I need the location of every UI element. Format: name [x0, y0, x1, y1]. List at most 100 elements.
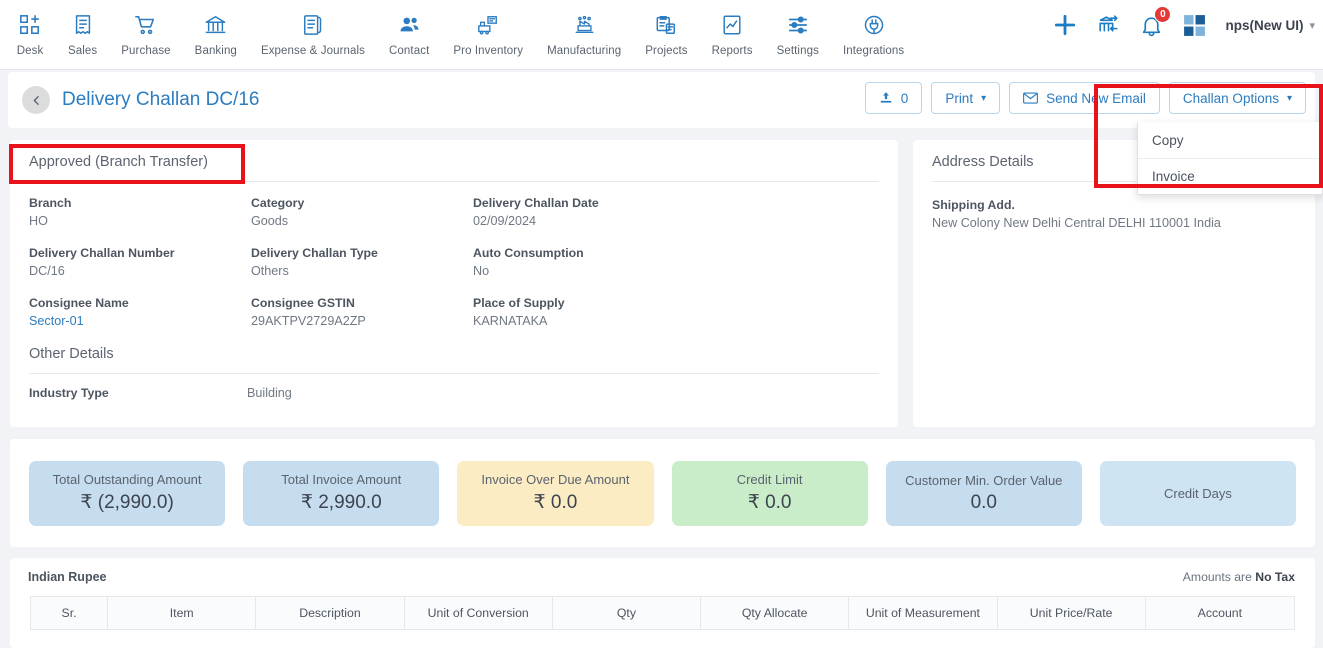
challan-options-dropdown[interactable]: Copy Invoice [1137, 122, 1323, 195]
kpi-value: ₹ 0.0 [533, 492, 578, 513]
nav-item-manufacturing[interactable]: Manufacturing [535, 0, 633, 57]
nav-item-purchase[interactable]: Purchase [109, 0, 182, 57]
detail-field-grid: Branch HO Category Goods Delivery Challan Da… [10, 182, 898, 346]
kpi-card-customer-min-order-value: Customer Min. Order Value 0.0 [885, 460, 1082, 526]
kpi-card-total-outstanding-amount: Total Outstanding Amount ₹ (2,990.0) [29, 460, 226, 526]
challan-details-card: Approved (Branch Transfer) Branch HO Categ… [10, 140, 898, 427]
kpi-card-credit-limit: Credit Limit ₹ 0.0 [671, 460, 868, 526]
items-table-panel: Indian Rupee Amounts are No Tax Sr. Item D… [10, 558, 1315, 648]
kpi-label: Total Outstanding Amount [52, 472, 202, 487]
field-value: 02/09/2024 [473, 214, 537, 228]
field-value: KARNATAKA [473, 314, 548, 328]
field-delivery-challan-number: Delivery Challan Number DC/16 [29, 246, 251, 278]
field-auto-consumption: Auto Consumption No [473, 246, 695, 278]
nav-item-integrations[interactable]: Integrations [831, 0, 916, 57]
column-header-unit-of-measurement[interactable]: Unit of Measurement [849, 597, 998, 629]
kpi-value: ₹ 2,990.0 [300, 492, 382, 513]
notification-count-badge: 0 [1154, 5, 1172, 23]
items-table-header: Sr. Item Description Unit of Conversion Qty Q… [30, 596, 1295, 630]
bank-transfer-icon[interactable] [1096, 13, 1121, 38]
column-header-item[interactable]: Item [108, 597, 257, 629]
field-label: Category [251, 196, 305, 210]
field-label: Branch [29, 196, 72, 210]
tax-note-prefix: Amounts are [1182, 570, 1256, 584]
industry-type-value: Building [247, 386, 292, 400]
nav-item-projects[interactable]: Projects [633, 0, 699, 57]
field-value: No [473, 264, 490, 278]
settings-sliders-icon [787, 10, 809, 40]
column-header-description[interactable]: Description [256, 597, 405, 629]
nav-item-label: Pro Inventory [453, 45, 524, 57]
challan-options-button[interactable]: Challan Options ▾ [1168, 82, 1306, 114]
nav-item-settings[interactable]: Settings [765, 0, 831, 57]
back-button[interactable] [22, 86, 50, 114]
field-value: Others [251, 264, 289, 278]
dropdown-item-copy[interactable]: Copy [1138, 122, 1322, 158]
summary-kpi-row: Total Outstanding Amount ₹ (2,990.0) Total… [10, 439, 1315, 547]
page-title: Delivery Challan DC/16 [62, 89, 260, 110]
nav-item-label: Contact [389, 45, 430, 57]
nav-item-label: Banking [194, 45, 237, 57]
column-header-qty-allocate[interactable]: Qty Allocate [701, 597, 850, 629]
field-label: Delivery Challan Number [29, 246, 175, 260]
industry-type-row: Industry Type Building [10, 374, 898, 400]
nav-item-label: Integrations [842, 45, 905, 57]
nav-item-banking[interactable]: Banking [183, 0, 249, 57]
attachment-count: 0 [900, 90, 909, 106]
nav-item-label: Projects [645, 45, 688, 57]
items-table-meta: Indian Rupee Amounts are No Tax [10, 558, 1315, 584]
field-category: Category Goods [251, 196, 473, 228]
page-header-bar: Delivery Challan DC/16 0 Print ▾ Send Ne… [8, 72, 1315, 128]
print-button[interactable]: Print ▾ [931, 82, 1001, 114]
column-header-unit-of-conversion[interactable]: Unit of Conversion [405, 597, 553, 629]
send-new-email-button[interactable]: Send New Email [1009, 82, 1160, 114]
projects-clipboard-icon [655, 10, 677, 40]
chevron-down-icon: ▾ [1286, 92, 1292, 104]
field-value: 29AKTPV2729A2ZP [251, 314, 366, 328]
column-header-account[interactable]: Account [1146, 597, 1294, 629]
column-header-sr[interactable]: Sr. [31, 597, 109, 629]
nav-item-pro-inventory[interactable]: Pro Inventory [441, 0, 535, 57]
field-value[interactable]: Sector-01 [29, 314, 251, 328]
nav-item-sales[interactable]: Sales [56, 0, 109, 57]
field-place-of-supply: Place of Supply KARNATAKA [473, 296, 695, 328]
desk-grid-plus-icon [19, 10, 41, 40]
kpi-card-total-invoice-amount: Total Invoice Amount ₹ 2,990.0 [243, 460, 440, 526]
nav-item-list: Desk Sales Purchase Banking Expense & Journa… [0, 0, 916, 57]
field-label: Delivery Challan Type [251, 246, 378, 260]
field-consignee-name: Consignee Name Sector-01 [29, 296, 251, 328]
kpi-label: Customer Min. Order Value [905, 472, 1063, 488]
purchase-cart-icon [134, 10, 157, 40]
reports-chart-icon [721, 10, 743, 40]
nav-item-expense-journals[interactable]: Expense & Journals [249, 0, 377, 57]
apps-grid-icon[interactable] [1182, 13, 1207, 38]
kpi-card-invoice-over-due-amount: Invoice Over Due Amount ₹ 0.0 [457, 460, 654, 526]
column-header-qty[interactable]: Qty [553, 597, 702, 629]
column-header-unit-price-rate[interactable]: Unit Price/Rate [998, 597, 1146, 629]
integrations-plug-icon [863, 10, 885, 40]
kpi-label: Credit Days [1163, 485, 1232, 501]
expense-journal-icon [302, 10, 324, 40]
kpi-label: Credit Limit [736, 472, 803, 487]
pro-inventory-icon [477, 10, 499, 40]
nav-item-label: Settings [776, 45, 819, 57]
nav-item-contact[interactable]: Contact [377, 0, 441, 57]
top-navigation-bar: Desk Sales Purchase Banking Expense & Journa… [0, 0, 1323, 70]
field-label: Delivery Challan Date [473, 196, 599, 210]
kpi-value: ₹ 0.0 [747, 492, 792, 513]
notification-bell-icon[interactable]: 0 [1139, 5, 1172, 38]
attachment-button[interactable]: 0 [864, 82, 923, 114]
industry-type-label: Industry Type [29, 386, 109, 400]
plus-icon[interactable] [1052, 12, 1078, 38]
kpi-value: ₹ (2,990.0) [80, 492, 174, 513]
field-delivery-challan-type: Delivery Challan Type Others [251, 246, 473, 278]
dropdown-item-invoice[interactable]: Invoice [1138, 158, 1322, 194]
chevron-down-icon: ▾ [981, 92, 987, 104]
field-branch: Branch HO [29, 196, 251, 228]
nav-item-reports[interactable]: Reports [700, 0, 765, 57]
kpi-value: 0.0 [970, 491, 997, 513]
field-label: Consignee Name [29, 296, 129, 310]
field-value: Goods [251, 214, 289, 228]
nav-item-desk[interactable]: Desk [4, 0, 56, 57]
user-menu[interactable]: nps(New UI) ▾ [1225, 18, 1315, 33]
